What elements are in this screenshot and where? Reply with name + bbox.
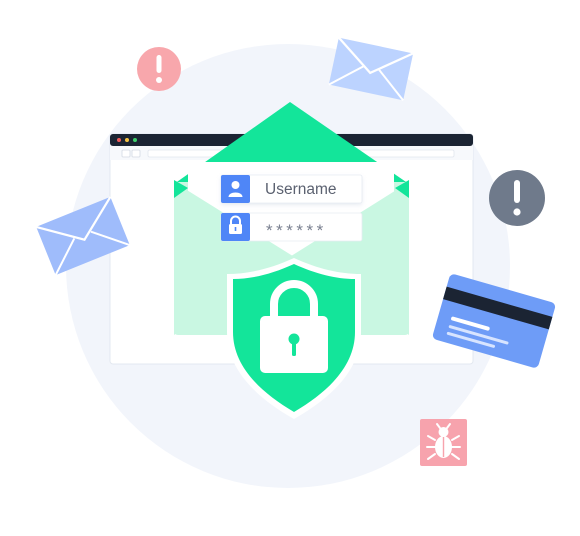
back-button <box>121 149 131 158</box>
bug-icon <box>420 419 467 466</box>
keyhole-slot <box>292 341 296 356</box>
window-close-dot <box>117 138 121 142</box>
security-illustration <box>35 36 556 488</box>
window-minimize-dot <box>125 138 129 142</box>
forward-button <box>131 149 141 158</box>
password-mask: ****** <box>266 221 327 240</box>
alert-icon-pink <box>137 47 181 91</box>
username-label: Username <box>265 181 337 198</box>
window-maximize-dot <box>133 138 137 142</box>
alert-icon-gray <box>489 170 545 226</box>
